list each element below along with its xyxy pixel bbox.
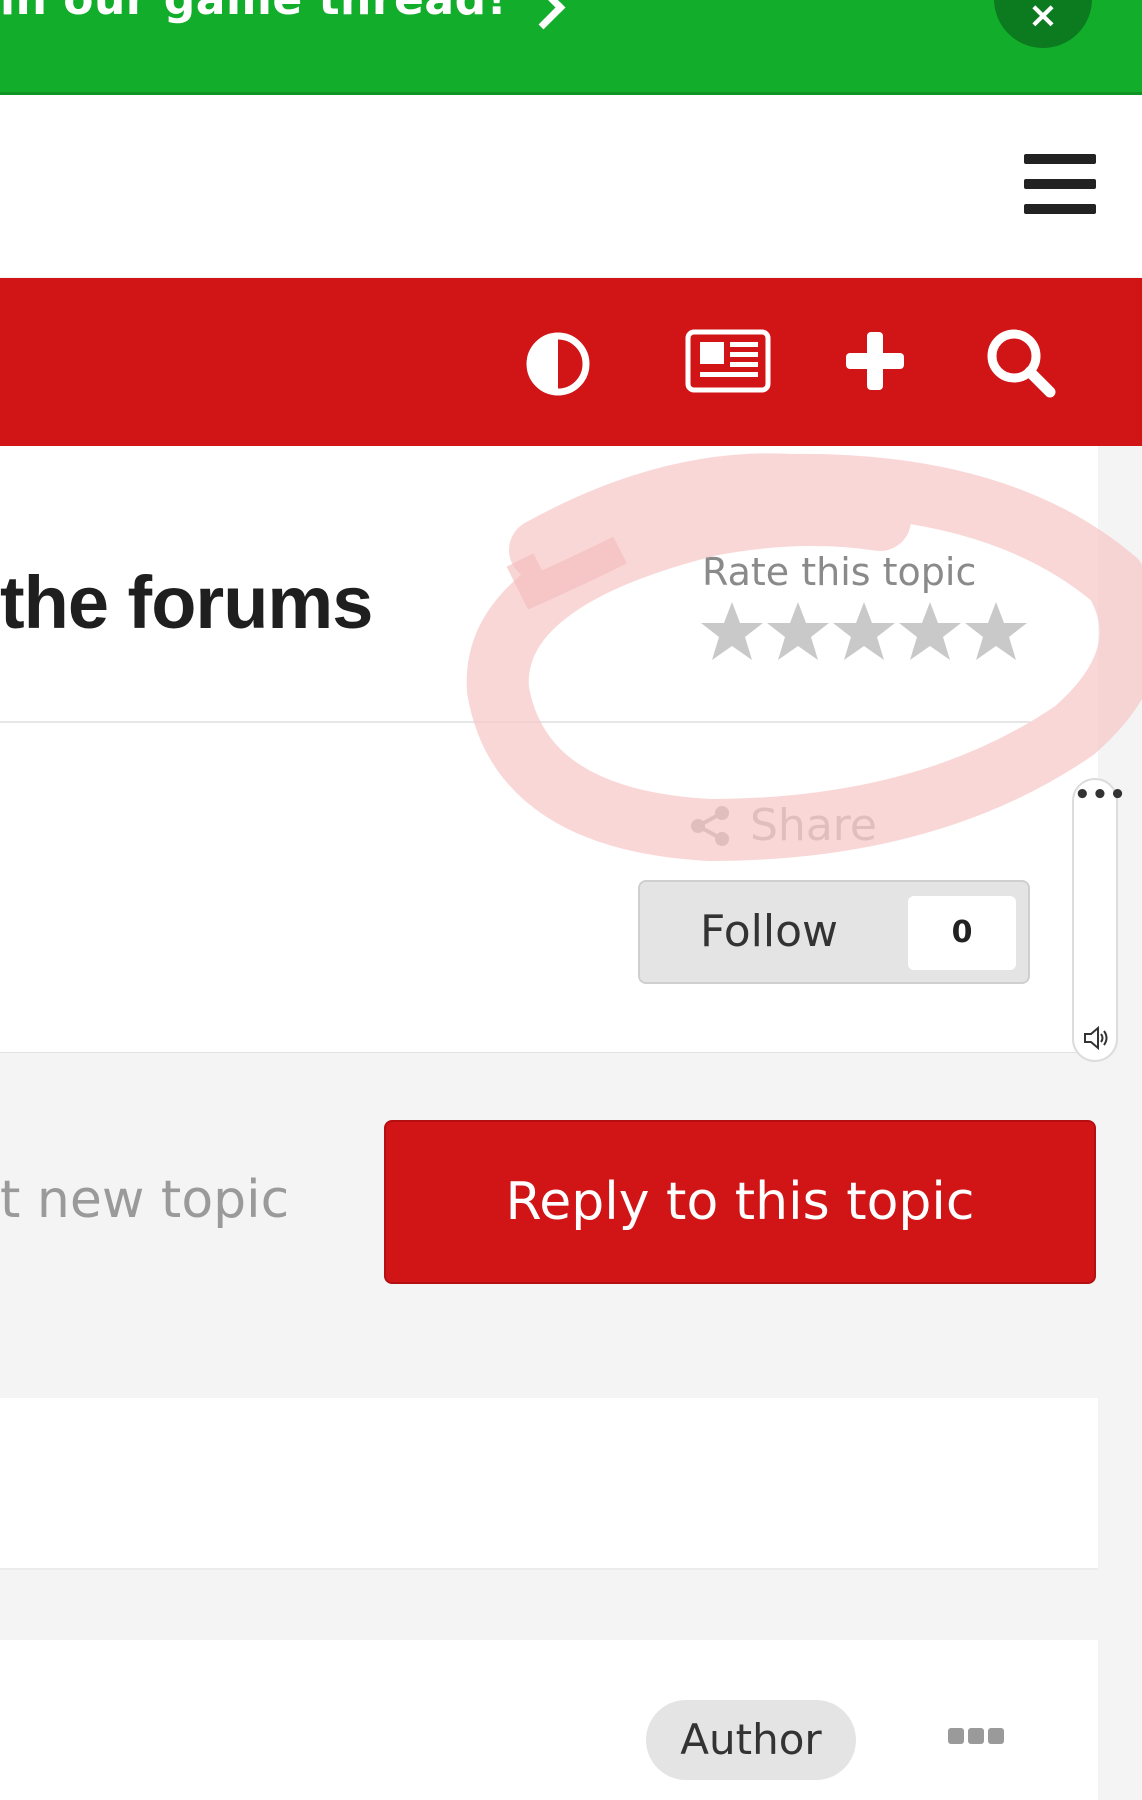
content-card xyxy=(0,1398,1098,1570)
star-icon[interactable] xyxy=(833,602,895,660)
follow-count: 0 xyxy=(908,896,1016,970)
reply-to-topic-button[interactable]: Reply to this topic xyxy=(384,1120,1096,1284)
announcement-arrow-icon xyxy=(521,0,566,30)
author-badge: Author xyxy=(646,1700,856,1780)
topic-title: the forums xyxy=(0,561,373,644)
news-icon[interactable] xyxy=(684,328,772,394)
speaker-icon[interactable] xyxy=(1082,1024,1110,1052)
add-icon[interactable] xyxy=(844,330,906,392)
announcement-close-button[interactable]: × xyxy=(994,0,1092,48)
follow-label: Follow xyxy=(700,906,839,957)
star-icon[interactable] xyxy=(899,602,961,660)
site-header xyxy=(0,95,1142,277)
announcement-bar[interactable]: in our game thread! × xyxy=(0,0,1142,95)
side-menu-icon[interactable]: ••• xyxy=(1074,782,1126,808)
search-icon[interactable] xyxy=(984,326,1058,400)
hamburger-menu-icon[interactable] xyxy=(1024,154,1096,214)
side-widget[interactable]: ••• xyxy=(1072,778,1126,1062)
announcement-text[interactable]: in our game thread! xyxy=(0,0,507,25)
rate-topic-label: Rate this topic xyxy=(702,550,977,594)
start-new-topic-link[interactable]: t new topic xyxy=(0,1170,289,1230)
star-icon[interactable] xyxy=(701,602,763,660)
share-label: Share xyxy=(750,800,877,851)
more-options-icon[interactable] xyxy=(948,1728,1004,1746)
nav-bar xyxy=(0,278,1142,446)
theme-toggle-icon[interactable] xyxy=(524,330,592,398)
follow-button[interactable]: Follow 0 xyxy=(638,880,1030,984)
star-icon[interactable] xyxy=(767,602,829,660)
rating-stars[interactable] xyxy=(700,598,1030,668)
close-icon: × xyxy=(1027,0,1059,36)
share-icon xyxy=(691,806,729,846)
star-icon[interactable] xyxy=(965,602,1027,660)
divider xyxy=(0,721,1030,723)
post-card xyxy=(0,1640,1098,1800)
